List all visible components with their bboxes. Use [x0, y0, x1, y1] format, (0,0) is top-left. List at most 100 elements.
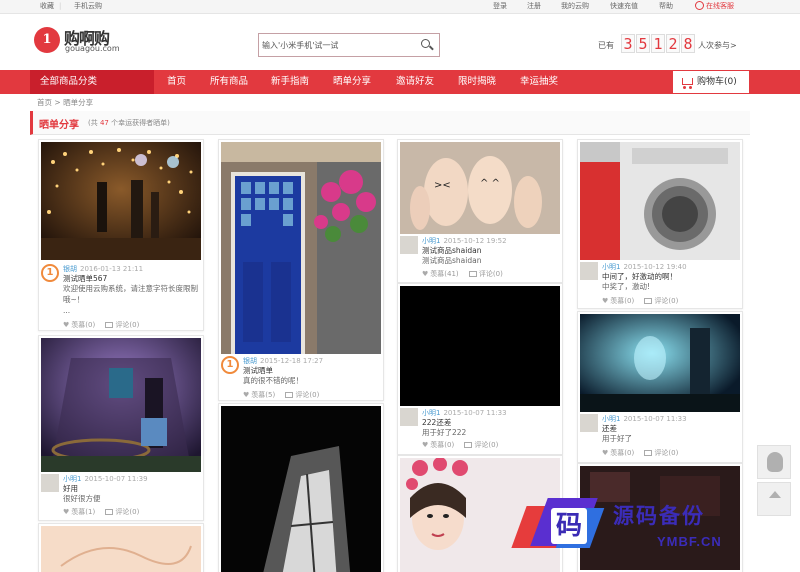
comment-button[interactable]: 评论(0) — [636, 449, 678, 457]
like-button[interactable]: ♥ 羡慕(0) — [63, 321, 95, 329]
cart-icon — [682, 78, 693, 89]
watermark: 码 源码备份 YMBF.CN — [507, 492, 769, 562]
counter-suffix-link[interactable]: 人次参与> — [698, 40, 737, 51]
help-link[interactable]: 帮助 — [659, 1, 673, 12]
share-photo-window-light[interactable] — [221, 406, 381, 572]
share-photo-room[interactable] — [41, 338, 201, 472]
favorite-link[interactable]: 收藏 — [40, 1, 54, 12]
nav-invite[interactable]: 邀请好友 — [396, 70, 434, 94]
counter-digit: 8 — [681, 34, 695, 53]
all-categories-menu[interactable]: 全部商品分类 — [30, 70, 154, 94]
share-photo-black[interactable] — [400, 286, 560, 406]
counter-digit: 5 — [636, 34, 650, 53]
watermark-domain: YMBF.CN — [657, 534, 722, 549]
comment-button[interactable]: 评论(0) — [636, 297, 678, 305]
logo-domain: gouagou.com — [65, 44, 120, 53]
breadcrumb: 首页 > 晒单分享 — [37, 98, 94, 107]
online-service-link[interactable]: 在线客服 — [695, 1, 734, 12]
like-button[interactable]: ♥ 羡慕(0) — [602, 297, 634, 305]
nav-all-products[interactable]: 所有商品 — [210, 70, 248, 94]
share-card[interactable] — [218, 403, 384, 572]
like-button[interactable]: ♥ 羡慕(0) — [602, 449, 634, 457]
comment-button[interactable]: 评论(0) — [277, 391, 319, 399]
share-photo-fantasy-scene[interactable] — [580, 314, 740, 412]
share-photo-fingers[interactable]: >< ^ ^ — [400, 142, 560, 234]
comment-icon — [464, 442, 473, 448]
like-button[interactable]: ♥ 羡慕(1) — [63, 508, 95, 516]
main-nav: 全部商品分类 首页 所有商品 新手指南 晒单分享 邀请好友 限时揭晓 幸运抽奖 … — [0, 70, 800, 94]
share-photo-night-lights[interactable] — [41, 142, 201, 260]
page-title: 晒单分享 — [39, 120, 79, 131]
like-button[interactable]: ♥ 羡慕(41) — [422, 270, 459, 278]
comment-icon — [644, 298, 653, 304]
like-button[interactable]: ♥ 羡慕(0) — [422, 441, 454, 449]
avatar[interactable]: 1 — [41, 264, 59, 282]
qq-service-button[interactable] — [757, 445, 791, 479]
register-link[interactable]: 注册 — [527, 1, 541, 12]
share-photo-blue-door[interactable] — [221, 142, 381, 354]
mobile-link[interactable]: 手机云购 — [74, 1, 102, 12]
comment-icon — [105, 322, 114, 328]
comment-icon — [285, 392, 294, 398]
avatar[interactable] — [400, 236, 418, 254]
svg-text:^ ^: ^ ^ — [480, 178, 500, 189]
heart-icon: ♥ — [602, 297, 609, 305]
watermark-text: 源码备份 — [613, 504, 705, 528]
comment-button[interactable]: 评论(0) — [97, 321, 139, 329]
search-button[interactable] — [415, 34, 439, 56]
heart-icon: ♥ — [602, 449, 609, 457]
cart-button[interactable]: 购物车(0) — [672, 70, 750, 94]
nav-home[interactable]: 首页 — [167, 70, 186, 94]
svg-text:><: >< — [434, 180, 451, 191]
post-desc: 欢迎使用云购系统，请注意字符长度限制哦~！... — [63, 284, 198, 315]
share-card[interactable]: 小明1 2015-10-07 11:33 还差 用于好了 ♥ 羡慕(0) 评论(0) — [577, 311, 743, 463]
participation-counter: 3 5 1 2 8 — [621, 34, 695, 53]
comment-button[interactable]: 评论(0) — [461, 270, 503, 278]
headset-icon — [695, 1, 704, 10]
qq-icon — [767, 452, 783, 472]
section-header: 晒单分享 (共 47 个幸运获得者晒单) — [30, 111, 750, 135]
arrow-up-icon — [769, 491, 781, 498]
search-input[interactable] — [262, 37, 412, 53]
nav-share[interactable]: 晒单分享 — [333, 70, 371, 94]
my-yungou-link[interactable]: 我的云购 — [561, 1, 589, 12]
breadcrumb-home[interactable]: 首页 — [37, 98, 52, 107]
share-photo-sketch[interactable] — [41, 526, 201, 572]
comment-button[interactable]: 评论(0) — [456, 441, 498, 449]
avatar[interactable] — [580, 414, 598, 432]
share-card[interactable]: 小明1 2015-10-12 19:40 中间了，好激动的啊！ 中奖了，激动! ♥… — [577, 139, 743, 309]
comment-button[interactable]: 评论(0) — [97, 508, 139, 516]
heart-icon: ♥ — [243, 391, 250, 399]
watermark-logo: 码 — [511, 496, 605, 556]
recharge-link[interactable]: 快速充值 — [610, 1, 638, 12]
post-desc: 中奖了，激动! — [602, 282, 651, 291]
heart-icon: ♥ — [63, 321, 70, 329]
avatar[interactable] — [580, 262, 598, 280]
avatar[interactable] — [400, 408, 418, 426]
post-desc: 测试商品shaidan — [422, 256, 482, 265]
avatar[interactable] — [41, 474, 59, 492]
share-card[interactable]: >< ^ ^ 小明1 2015-10-12 19:52 测试商品shaidan 测… — [397, 139, 563, 283]
search-box — [258, 33, 440, 57]
share-card[interactable]: 小明1 2015-10-07 11:33 222还差 用于好了222 ♥ 羡慕(0)… — [397, 283, 563, 455]
logo-icon[interactable]: 1 — [34, 27, 60, 53]
heart-icon: ♥ — [422, 270, 429, 278]
share-card[interactable]: 1 银胡 2015-12-18 17:27 测试晒单 真的很不错的呢！ ♥ 羡慕(5… — [218, 139, 384, 401]
post-desc: 很好很方便 — [63, 494, 101, 503]
share-card[interactable] — [38, 523, 204, 572]
like-button[interactable]: ♥ 羡慕(5) — [243, 391, 275, 399]
counter-prefix: 已有 — [598, 41, 614, 50]
share-count: (共 47 个幸运获得者晒单) — [88, 119, 170, 127]
nav-guide[interactable]: 新手指南 — [271, 70, 309, 94]
nav-reveal[interactable]: 限时揭晓 — [458, 70, 496, 94]
avatar[interactable]: 1 — [221, 356, 239, 374]
heart-icon: ♥ — [63, 508, 70, 516]
login-link[interactable]: 登录 — [493, 1, 507, 12]
share-card[interactable]: 1 银胡 2016-01-13 21:11 测试晒单567 欢迎使用云购系统，请注… — [38, 139, 204, 331]
comment-icon — [468, 271, 477, 277]
top-bar: 收藏 | 手机云购 登录 注册 我的云购 快速充值 帮助 在线客服 — [0, 0, 800, 14]
share-photo-washer[interactable] — [580, 142, 740, 260]
nav-lottery[interactable]: 幸运抽奖 — [520, 70, 558, 94]
share-card[interactable]: 小明1 2015-10-07 11:39 好用 很好很方便 ♥ 羡慕(1) 评论(0… — [38, 335, 204, 521]
post-desc: 用于好了222 — [422, 428, 467, 437]
